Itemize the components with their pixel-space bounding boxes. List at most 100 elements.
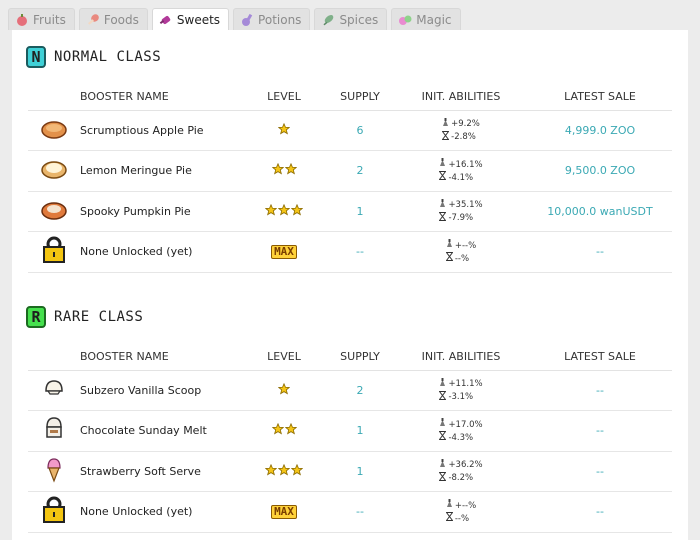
tab-sweets[interactable]: Sweets xyxy=(151,8,230,30)
col-latest-sale: LATEST SALE xyxy=(528,84,672,111)
ability-up: +16.1% xyxy=(448,159,483,170)
table-row[interactable]: Strawberry Soft Serve 1 +36.2% -8.2% -- xyxy=(28,451,672,492)
booster-name: Scrumptious Apple Pie xyxy=(80,123,204,137)
star-icon xyxy=(291,463,303,476)
latest-sale-value[interactable]: -- xyxy=(596,384,604,397)
flask-icon xyxy=(439,198,446,212)
star-icon xyxy=(265,203,277,216)
level-cell xyxy=(242,451,326,492)
ability-up: +9.2% xyxy=(451,119,480,130)
ability-up: +--% xyxy=(454,240,477,251)
init-abilities: +--% --% xyxy=(445,239,477,265)
rare-class-header: R RARE CLASS xyxy=(26,304,688,330)
col-booster-name: BOOSTER NAME xyxy=(80,344,242,371)
apple-pie-icon xyxy=(40,121,68,143)
col-abilities: INIT. ABILITIES xyxy=(394,344,528,371)
flask-icon xyxy=(439,158,446,171)
booster-name: None Unlocked (yet) xyxy=(80,245,193,259)
ability-up: +36.2% xyxy=(448,460,483,471)
ability-down: -4.3% xyxy=(448,432,474,443)
hourglass-icon xyxy=(445,252,454,265)
ability-up: +--% xyxy=(454,500,477,511)
category-tabs: Fruits Foods Sweets Potions Spices Magic xyxy=(8,8,461,30)
init-abilities: +36.2% -8.2% xyxy=(438,458,483,485)
table-row[interactable]: Subzero Vanilla Scoop 2 +11.1% -3.1% -- xyxy=(28,370,672,411)
hourglass-icon xyxy=(438,211,447,225)
tab-label: Sweets xyxy=(176,12,221,27)
col-supply: SUPPLY xyxy=(326,344,394,371)
tab-potions[interactable]: Potions xyxy=(233,8,311,30)
rare-class-section: R RARE CLASS BOOSTER NAME LEVEL SUPPLY I… xyxy=(12,304,688,533)
init-abilities: +9.2% -2.8% xyxy=(441,117,480,144)
tab-spices[interactable]: Spices xyxy=(314,8,388,30)
table-row[interactable]: None Unlocked (yet) MAX -- +--% --% -- xyxy=(28,491,672,533)
init-abilities: +16.1% -4.1% xyxy=(438,158,483,184)
level-stars xyxy=(271,163,297,175)
leaf-icon xyxy=(321,13,335,27)
level-stars xyxy=(278,382,290,395)
col-level: LEVEL xyxy=(242,344,326,371)
max-level-badge: MAX xyxy=(271,244,297,259)
candy-icon xyxy=(159,13,173,27)
latest-sale-value[interactable]: 4,999.0 ZOO xyxy=(565,124,635,137)
tab-fruits[interactable]: Fruits xyxy=(8,8,75,30)
flask-icon xyxy=(439,377,446,391)
normal-class-table: BOOSTER NAME LEVEL SUPPLY INIT. ABILITIE… xyxy=(28,84,672,273)
latest-sale-value[interactable]: -- xyxy=(596,245,604,258)
latest-sale-value[interactable]: -- xyxy=(596,465,604,478)
init-abilities: +11.1% -3.1% xyxy=(438,377,483,404)
booster-name: Subzero Vanilla Scoop xyxy=(80,383,202,397)
level-cell xyxy=(242,191,326,232)
latest-sale-value[interactable]: -- xyxy=(596,424,604,437)
level-stars xyxy=(265,463,303,476)
latest-sale-value[interactable]: 10,000.0 wanUSDT xyxy=(547,205,652,218)
hourglass-icon xyxy=(438,171,447,184)
drumstick-icon xyxy=(86,13,100,27)
ability-up: +35.1% xyxy=(448,200,483,211)
normal-class-badge: N xyxy=(26,46,46,68)
flask-icon xyxy=(442,117,449,131)
hourglass-icon xyxy=(438,431,447,444)
pumpkin-pie-icon xyxy=(40,202,68,224)
col-booster-name: BOOSTER NAME xyxy=(80,84,242,111)
latest-sale-value[interactable]: -- xyxy=(596,505,604,518)
tab-magic[interactable]: Magic xyxy=(391,8,461,30)
table-row[interactable]: Chocolate Sunday Melt 1 +17.0% -4.3% -- xyxy=(28,410,672,452)
supply-value: 2 xyxy=(356,383,364,397)
ability-down: --% xyxy=(454,513,470,524)
fruit-icon xyxy=(15,13,29,27)
ability-down: -8.2% xyxy=(448,473,474,484)
vanilla-scoop-icon xyxy=(42,379,66,404)
level-cell: MAX xyxy=(242,491,326,533)
soft-serve-icon xyxy=(44,458,64,487)
booster-name: None Unlocked (yet) xyxy=(80,505,193,519)
tab-label: Foods xyxy=(103,12,139,27)
table-row[interactable]: Scrumptious Apple Pie 6 +9.2% -2.8% 4,999.0 … xyxy=(28,110,672,151)
level-cell xyxy=(242,410,326,452)
potion-icon xyxy=(240,13,254,27)
flask-icon xyxy=(439,458,446,472)
max-level-badge: MAX xyxy=(271,504,297,519)
ability-down: --% xyxy=(454,253,470,264)
ability-up: +17.0% xyxy=(448,419,483,430)
table-row[interactable]: Lemon Meringue Pie 2 +16.1% -4.1% 9,500.0 ZO… xyxy=(28,150,672,192)
normal-class-section: N NORMAL CLASS BOOSTER NAME LEVEL SUPPLY… xyxy=(12,44,688,273)
level-stars xyxy=(265,203,303,216)
latest-sale-value[interactable]: 9,500.0 ZOO xyxy=(565,164,635,177)
star-icon xyxy=(278,122,290,135)
hourglass-icon xyxy=(438,390,447,404)
supply-value: -- xyxy=(356,245,364,259)
table-row[interactable]: Spooky Pumpkin Pie 1 +35.1% -7.9% 10,000.0 w… xyxy=(28,191,672,232)
lock-icon xyxy=(42,236,66,267)
supply-value: 6 xyxy=(356,123,364,137)
tab-foods[interactable]: Foods xyxy=(78,8,148,30)
sundae-icon xyxy=(42,417,66,446)
supply-value: 1 xyxy=(356,424,364,438)
level-cell: MAX xyxy=(242,231,326,273)
level-cell xyxy=(242,150,326,192)
booster-name: Lemon Meringue Pie xyxy=(80,164,192,178)
table-row[interactable]: None Unlocked (yet) MAX -- +--% --% -- xyxy=(28,231,672,273)
supply-value: 2 xyxy=(356,164,364,178)
booster-name: Chocolate Sunday Melt xyxy=(80,424,207,438)
normal-class-header: N NORMAL CLASS xyxy=(26,44,688,70)
